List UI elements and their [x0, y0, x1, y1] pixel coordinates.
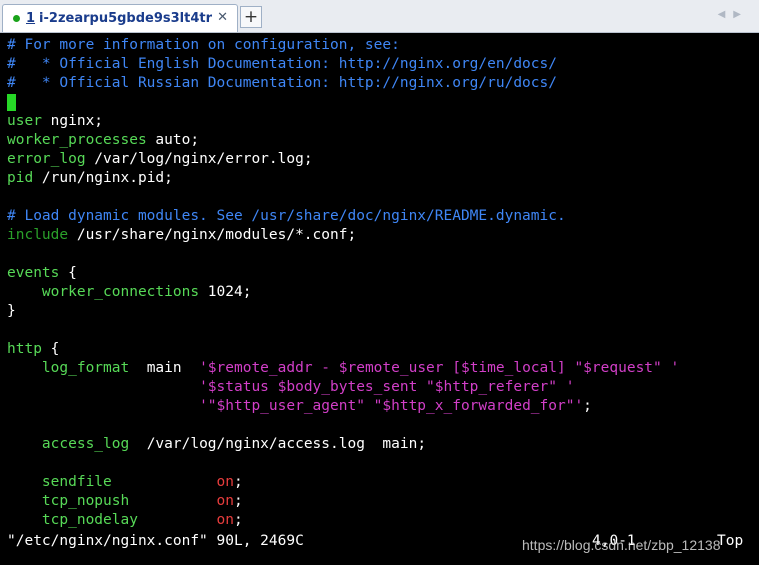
brace: {	[41, 341, 60, 357]
on-value: on	[216, 493, 235, 509]
config-line: tcp_nodelay on;	[7, 511, 243, 530]
text-cursor	[7, 94, 16, 111]
value: auto;	[146, 132, 200, 148]
directive: worker_connections	[41, 284, 200, 300]
config-comment-line: # * Official English Documentation: http…	[7, 56, 557, 72]
tab-bar: 1 i-2zearpu5gbde9s3lt4tr ✕ + ◀▶	[0, 0, 759, 33]
config-line: http {	[7, 340, 59, 359]
vim-status-file: "/etc/nginx/nginx.conf" 90L, 2469C	[7, 533, 304, 549]
config-line: log_format main '$remote_addr - $remote_…	[7, 359, 679, 378]
tab-title: i-2zearpu5gbde9s3lt4tr	[39, 11, 213, 26]
on-value: on	[216, 474, 234, 490]
config-line: pid /run/nginx.pid;	[7, 169, 173, 188]
config-line: events {	[7, 264, 77, 283]
watermark: https://blog.csdn.net/zbp_12138	[522, 537, 721, 553]
block-name: events	[7, 265, 60, 281]
config-line: worker_connections 1024;	[7, 283, 252, 302]
cursor-line	[7, 93, 16, 112]
value: /usr/share/nginx/modules/*.conf;	[68, 227, 357, 243]
connected-status-icon	[13, 15, 20, 22]
padding	[138, 512, 217, 528]
session-tab[interactable]: 1 i-2zearpu5gbde9s3lt4tr ✕	[2, 4, 238, 32]
directive: tcp_nopush	[41, 493, 130, 509]
semicolon: ;	[234, 474, 243, 490]
value: /var/log/nginx/error.log;	[85, 151, 313, 167]
on-value: on	[216, 512, 234, 528]
directive: pid	[7, 170, 34, 186]
config-line: }	[7, 303, 16, 319]
string-value: '$remote_addr - $remote_user [$time_loca…	[199, 360, 680, 376]
config-line: user nginx;	[7, 112, 103, 131]
config-comment-line: # For more information on configuration,…	[7, 37, 400, 53]
value: 1024;	[199, 284, 252, 300]
config-line: include /usr/share/nginx/modules/*.conf;	[7, 226, 356, 245]
tab-scroll-arrows-icon[interactable]: ◀▶	[718, 9, 749, 20]
terminal-screen[interactable]: # For more information on configuration,…	[0, 34, 759, 565]
config-line: '$status $body_bytes_sent "$http_referer…	[7, 378, 574, 397]
directive: worker_processes	[7, 132, 147, 148]
config-comment-line: # Load dynamic modules. See /usr/share/d…	[7, 208, 566, 224]
config-line: sendfile on;	[7, 473, 243, 492]
directive: log_format	[41, 360, 130, 376]
config-line: '"$http_user_agent" "$http_x_forwarded_f…	[7, 397, 592, 416]
padding	[112, 474, 217, 490]
directive: sendfile	[41, 474, 112, 490]
semicolon: ;	[234, 493, 243, 509]
string-value: '"$http_user_agent" "$http_x_forwarded_f…	[199, 398, 584, 414]
value: /var/log/nginx/access.log main;	[129, 436, 427, 452]
string-value: '$status $body_bytes_sent "$http_referer…	[199, 379, 575, 395]
block-name: http	[7, 341, 42, 357]
semicolon: ;	[234, 512, 243, 528]
config-line: access_log /var/log/nginx/access.log mai…	[7, 435, 426, 454]
vim-scroll-position: Top	[717, 533, 744, 549]
config-comment-line: # * Official Russian Documentation: http…	[7, 75, 557, 91]
semicolon: ;	[583, 398, 592, 414]
padding	[129, 493, 216, 509]
config-line: error_log /var/log/nginx/error.log;	[7, 150, 313, 169]
add-tab-button[interactable]: +	[240, 6, 262, 28]
directive: user	[7, 113, 42, 129]
config-line: tcp_nopush on;	[7, 492, 243, 511]
value: main	[129, 360, 200, 376]
config-line: worker_processes auto;	[7, 131, 199, 150]
close-tab-icon[interactable]: ✕	[217, 10, 228, 25]
tab-number: 1	[26, 11, 36, 26]
value: nginx;	[41, 113, 104, 129]
value: /run/nginx.pid;	[33, 170, 173, 186]
directive: tcp_nodelay	[41, 512, 138, 528]
directive: error_log	[7, 151, 86, 167]
brace: {	[59, 265, 77, 281]
directive: include	[7, 227, 69, 243]
directive: access_log	[41, 436, 130, 452]
